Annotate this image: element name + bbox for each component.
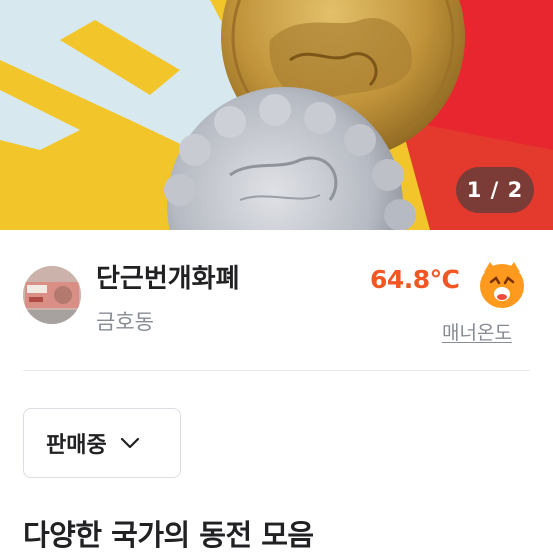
post-title: 다양한 국가의 동전 모음 (23, 518, 314, 552)
grinning-face-icon (480, 262, 524, 308)
seller-location: 금호동 (96, 310, 154, 334)
seller-avatar[interactable] (23, 266, 81, 324)
manner-temperature-value: 64.8℃ (370, 265, 460, 294)
section-divider (23, 370, 530, 371)
photo-page-counter: 1 / 2 (456, 167, 534, 213)
product-detail-page: 1 / 2 단근번개화폐 금호동 64.8℃ 매너온도 판매중 다양한 국가의 … (0, 0, 553, 553)
seller-nickname[interactable]: 단근번개화폐 (96, 258, 240, 295)
sale-status-dropdown[interactable]: 판매중 (23, 408, 181, 478)
product-photo-carousel[interactable]: 1 / 2 (0, 0, 553, 230)
chevron-down-icon (120, 437, 139, 449)
banknote-avatar-icon (23, 266, 81, 324)
sale-status-label: 판매중 (46, 433, 107, 458)
manner-temperature-link[interactable]: 매너온도 (442, 318, 512, 345)
